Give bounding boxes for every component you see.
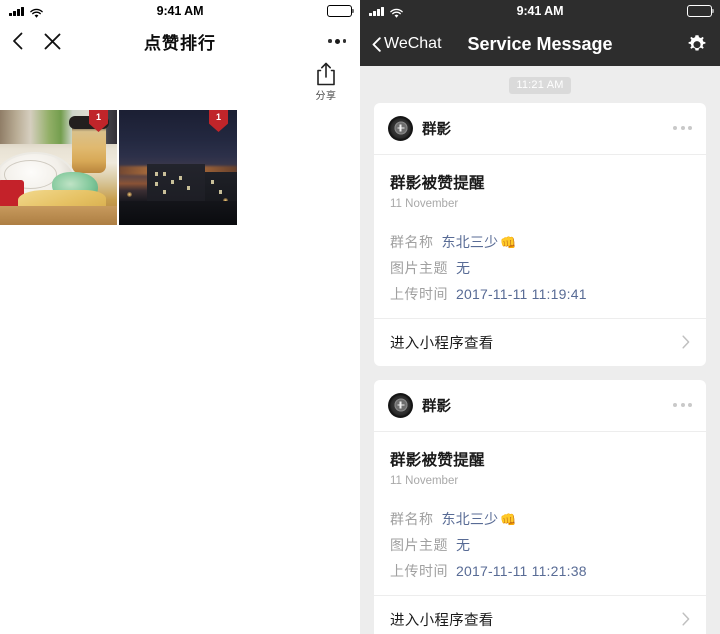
signal-bars-icon — [369, 6, 384, 16]
wechat-service-message-panel: 9:41 AM WeChat Service Message 11:21 AM … — [360, 0, 720, 634]
close-x-icon[interactable] — [44, 33, 61, 50]
card-sender-name: 群影 — [422, 121, 451, 138]
fist-emoji-icon: 👊 — [500, 511, 517, 527]
field-value: 东北三少 — [441, 510, 499, 527]
right-status-bar: 9:41 AM — [360, 0, 720, 22]
timestamp-pill: 11:21 AM — [509, 76, 571, 94]
timestamp-divider: 11:21 AM — [374, 66, 706, 103]
wechat-navbar: WeChat Service Message — [360, 22, 720, 66]
card-sender-name: 群影 — [422, 398, 451, 415]
field-key: 群名称 — [390, 233, 434, 250]
service-message-card[interactable]: 群影 群影被赞提醒 11 November 群名称 东北三少 👊 图片主题 无 … — [374, 102, 706, 366]
card-date: 11 November — [390, 197, 459, 210]
share-upload-icon — [315, 62, 337, 86]
card-field-row: 图片主题 无 — [390, 535, 690, 555]
chat-message-list: 11:21 AM 群影 群影被赞提醒 11 November 群名称 东北三少 … — [360, 66, 720, 634]
card-header: 群影 — [374, 103, 706, 155]
more-dots-icon[interactable] — [673, 403, 692, 407]
more-dots-icon[interactable] — [673, 126, 692, 130]
card-body: 群影被赞提醒 11 November 群名称 东北三少 👊 图片主题 无 上传时… — [374, 155, 706, 318]
card-field-row: 群名称 东北三少 👊 — [390, 509, 690, 529]
app-avatar-icon — [388, 392, 413, 418]
chevron-right-icon — [682, 335, 690, 349]
field-value: 东北三少 — [441, 233, 499, 250]
left-status-time: 9:41 AM — [156, 4, 204, 18]
field-key: 图片主题 — [390, 536, 448, 553]
card-field-row: 上传时间 2017-11-11 11:19:41 — [390, 284, 690, 304]
card-body: 群影被赞提醒 11 November 群名称 东北三少 👊 图片主题 无 上传时… — [374, 432, 706, 595]
app-screen: 9:41 AM 点赞排行 分享 1 1 9:41 AM WeChat Servi… — [0, 0, 720, 634]
card-field-list: 群名称 东北三少 👊 图片主题 无 上传时间 2017-11-11 11:21:… — [390, 509, 690, 581]
card-date: 11 November — [390, 474, 459, 487]
back-button-label: WeChat — [384, 35, 442, 52]
share-button[interactable]: 分享 — [305, 62, 347, 102]
field-key: 图片主题 — [390, 259, 448, 276]
field-value: 无 — [456, 536, 471, 553]
open-mini-program-link[interactable]: 进入小程序查看 — [374, 317, 706, 366]
field-key: 上传时间 — [390, 285, 448, 302]
field-value: 2017-11-11 11:19:41 — [456, 285, 587, 302]
back-chevron-icon — [372, 36, 381, 52]
field-key: 上传时间 — [390, 562, 448, 579]
fist-emoji-icon: 👊 — [500, 234, 517, 250]
left-status-bar: 9:41 AM — [0, 0, 360, 22]
card-field-list: 群名称 东北三少 👊 图片主题 无 上传时间 2017-11-11 11:19:… — [390, 232, 690, 304]
gear-icon[interactable] — [686, 33, 708, 55]
status-left-group — [9, 6, 44, 18]
navbar-left-buttons — [12, 32, 61, 50]
wifi-icon — [29, 6, 44, 18]
card-footer-label: 进入小程序查看 — [390, 335, 494, 352]
back-chevron-icon[interactable] — [12, 32, 23, 50]
card-title: 群影被赞提醒 — [390, 451, 485, 469]
card-footer-label: 进入小程序查看 — [390, 612, 494, 629]
card-title: 群影被赞提醒 — [390, 174, 485, 192]
card-field-row: 上传时间 2017-11-11 11:21:38 — [390, 561, 690, 581]
app-avatar-icon — [388, 115, 413, 141]
field-value: 无 — [456, 259, 471, 276]
photo-item[interactable]: 1 — [0, 110, 117, 225]
open-mini-program-link[interactable]: 进入小程序查看 — [374, 594, 706, 634]
chevron-right-icon — [682, 612, 690, 626]
status-right-group — [327, 5, 352, 17]
card-field-row: 图片主题 无 — [390, 258, 690, 278]
status-right-group — [687, 5, 712, 17]
card-field-row: 群名称 东北三少 👊 — [390, 232, 690, 252]
signal-bars-icon — [9, 6, 24, 16]
photo-item[interactable]: 1 — [119, 110, 237, 225]
card-header: 群影 — [374, 380, 706, 432]
service-message-card[interactable]: 群影 群影被赞提醒 11 November 群名称 东北三少 👊 图片主题 无 … — [374, 379, 706, 634]
share-label: 分享 — [315, 91, 337, 102]
mini-program-panel: 9:41 AM 点赞排行 分享 1 1 — [0, 0, 360, 634]
photo-grid: 1 1 — [0, 110, 237, 225]
more-dots-icon[interactable] — [328, 38, 346, 44]
wifi-icon — [389, 6, 404, 18]
right-status-time: 9:41 AM — [516, 4, 564, 18]
field-value: 2017-11-11 11:21:38 — [456, 562, 587, 579]
battery-icon — [687, 5, 712, 17]
field-key: 群名称 — [390, 510, 434, 527]
mini-program-navbar: 点赞排行 — [0, 22, 360, 60]
status-left-group — [369, 6, 404, 18]
battery-icon — [327, 5, 352, 17]
back-button[interactable]: WeChat — [372, 35, 442, 53]
